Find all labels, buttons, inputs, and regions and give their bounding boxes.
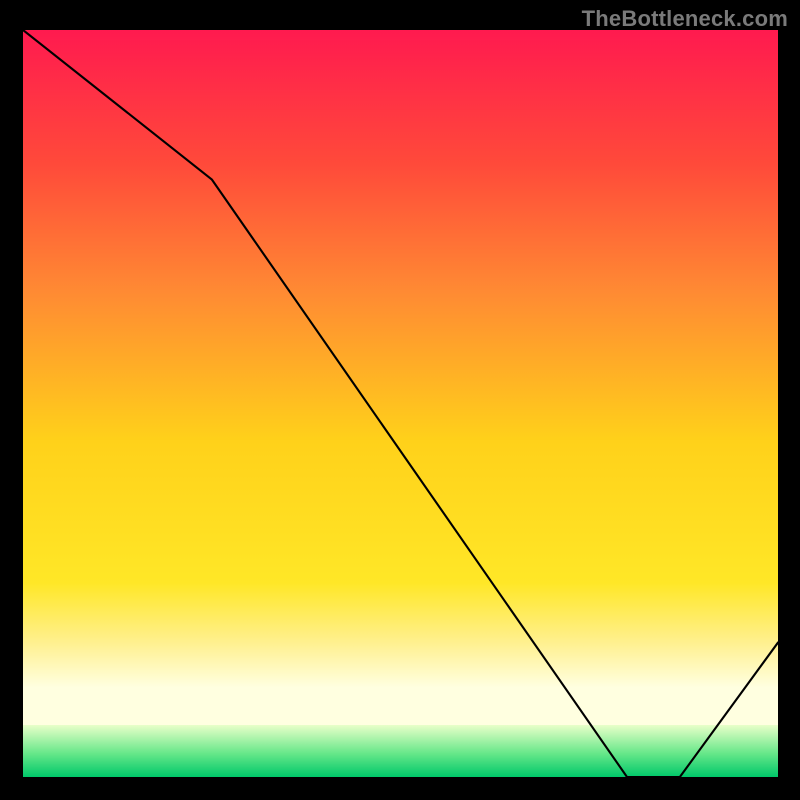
attribution-text: TheBottleneck.com xyxy=(582,6,788,32)
bottleneck-curve xyxy=(23,30,778,777)
plot-area xyxy=(22,30,778,778)
chart-container: TheBottleneck.com xyxy=(0,0,800,800)
curve-svg xyxy=(23,30,778,777)
